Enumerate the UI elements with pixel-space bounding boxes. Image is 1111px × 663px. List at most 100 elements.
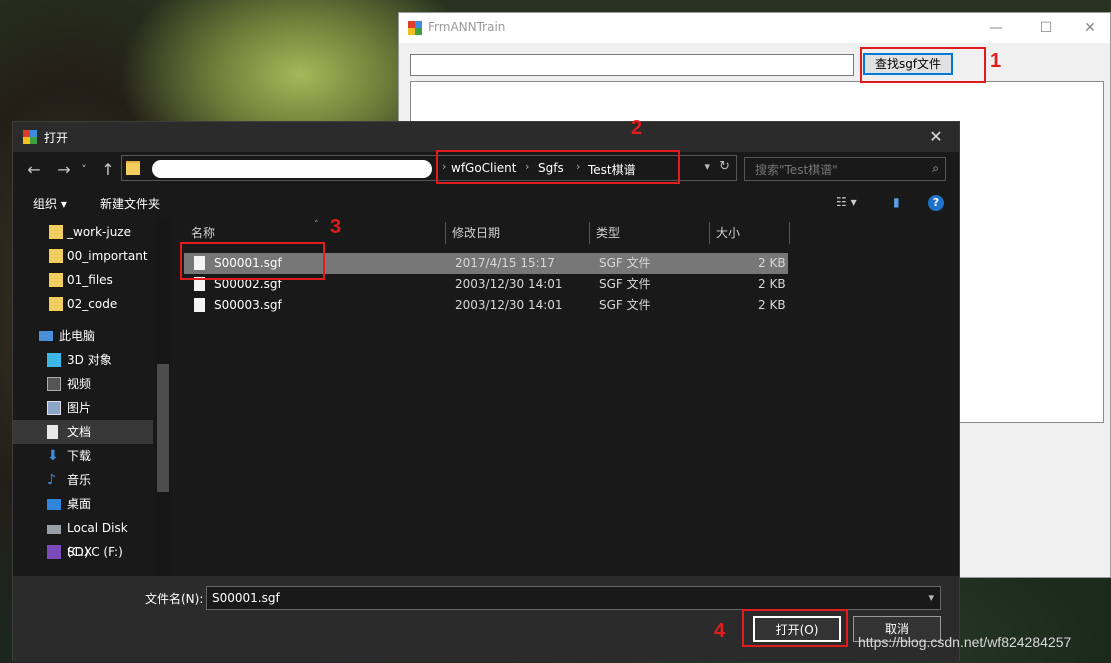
minimize-button[interactable]: — [973,13,1019,43]
watermark: https://blog.csdn.net/wf824284257 [858,634,1072,650]
annotation-number-1: 1 [990,50,1002,72]
file-row[interactable]: S00003.sgf 2003/12/30 14:01 SGF 文件 2 KB [184,295,788,316]
up-arrow-icon[interactable]: ↑ [97,158,119,182]
folder-icon [126,161,140,175]
file-type: SGF 文件 [599,277,651,291]
sidebar-item-label: 图片 [67,401,92,415]
search-box[interactable]: ⌕ [744,157,946,181]
recent-locations-chevron-icon[interactable]: ˅ [77,158,91,182]
column-divider[interactable] [709,222,710,244]
annotation-number-3: 3 [330,216,342,238]
view-options-icon[interactable]: ☷ ▾ [836,195,857,209]
sidebar-item-desktop[interactable]: 桌面 [13,492,153,516]
annotation-box-3 [180,242,325,280]
app-icon [408,21,422,35]
column-divider[interactable] [589,222,590,244]
annotation-box-4 [742,609,848,647]
picture-icon [47,401,61,415]
search-icon[interactable]: ⌕ [932,161,939,176]
file-type: SGF 文件 [599,256,651,270]
file-date: 2003/12/30 14:01 [455,298,563,312]
sidebar-item-3d-objects[interactable]: 3D 对象 [13,348,153,372]
sd-card-icon [47,545,61,559]
preview-pane-icon[interactable]: ▮ [893,195,900,209]
sidebar-item-01-files[interactable]: 01_files [13,268,153,292]
dialog-close-button[interactable]: ✕ [913,122,959,152]
sidebar-item-label: 此电脑 [59,329,96,343]
redacted-path [152,160,432,178]
sgf-file-icon [194,298,205,312]
sidebar-item-label: 01_files [67,273,113,287]
sidebar-item-pictures[interactable]: 图片 [13,396,153,420]
sidebar-item-videos[interactable]: 视频 [13,372,153,396]
filename-input[interactable]: S00001.sgf ▾ [206,586,941,610]
sidebar-item-work-juze[interactable]: _work-juze [13,220,153,244]
address-dropdown-chevron-icon[interactable]: ▾ [704,160,710,173]
help-icon[interactable]: ? [928,195,944,211]
form-title: FrmANNTrain [428,20,506,34]
filename-value: S00001.sgf [212,591,280,605]
folder-icon [49,249,63,263]
refresh-icon[interactable]: ↻ [719,159,730,174]
sidebar-item-label: 桌面 [67,497,92,511]
dialog-titlebar: 打开 ✕ [13,122,959,152]
file-date: 2017/4/15 15:17 [455,256,555,270]
sidebar-item-label: 文档 [67,425,92,439]
new-folder-button[interactable]: 新建文件夹 [100,195,160,212]
close-button[interactable]: ✕ [1067,13,1111,43]
music-icon: ♪ [47,472,56,488]
back-arrow-icon[interactable]: ← [23,158,45,182]
sidebar-item-music[interactable]: ♪ 音乐 [13,468,153,492]
cube-icon [47,353,61,367]
filename-label: 文件名(N): [145,592,204,606]
sort-ascending-icon: ˄ [314,220,319,230]
sidebar-item-local-disk-c[interactable]: Local Disk (C:) [13,516,153,559]
column-divider[interactable] [445,222,446,244]
drive-icon [47,525,61,534]
file-type: SGF 文件 [599,298,651,312]
file-size: 2 KB [758,277,786,291]
sidebar-item-label: SDXC (F:) [67,545,123,559]
navigation-scrollbar[interactable] [155,218,171,576]
sidebar-item-label: 视频 [67,377,92,391]
dialog-title: 打开 [44,131,69,145]
forward-arrow-icon[interactable]: → [53,158,75,182]
download-icon: ⬇ [47,448,59,464]
video-icon [47,377,61,391]
file-size: 2 KB [758,256,786,270]
scrollbar-thumb[interactable] [157,364,169,492]
document-icon [47,425,58,439]
sidebar-item-documents[interactable]: 文档 [13,420,153,444]
file-name: S00003.sgf [214,298,282,312]
column-header-type[interactable]: 类型 [596,218,620,248]
file-date: 2003/12/30 14:01 [455,277,563,291]
search-input[interactable] [753,161,927,179]
sidebar-item-sdxc-f[interactable]: SDXC (F:) [13,540,153,564]
computer-icon [39,331,53,341]
sidebar-item-label: 音乐 [67,473,92,487]
file-size: 2 KB [758,298,786,312]
column-header-date[interactable]: 修改日期 [452,218,500,248]
dialog-toolbar: 组织 ▾ 新建文件夹 ☷ ▾ ▮ [13,188,959,218]
organize-menu[interactable]: 组织 ▾ [33,195,67,212]
sidebar-item-downloads[interactable]: ⬇ 下载 [13,444,153,468]
folder-icon [49,273,63,287]
filename-dropdown-chevron-icon[interactable]: ▾ [928,587,934,609]
dialog-app-icon [23,130,37,144]
folder-icon [49,225,63,239]
annotation-box-2 [436,150,680,184]
annotation-number-2: 2 [631,117,643,139]
sidebar-item-label: 02_code [67,297,118,311]
sidebar-item-label: 3D 对象 [67,353,112,367]
navigation-pane: _work-juze 00_important 01_files 02_code… [13,218,173,576]
column-divider[interactable] [789,222,790,244]
sgf-path-input[interactable] [410,54,854,76]
desktop-icon [47,499,61,510]
sidebar-item-this-pc[interactable]: 此电脑 [13,324,153,348]
annotation-number-4: 4 [714,620,726,642]
column-header-size[interactable]: 大小 [716,218,740,248]
sidebar-item-02-code[interactable]: 02_code [13,292,153,316]
sidebar-item-label: _work-juze [67,225,131,239]
maximize-button[interactable]: ☐ [1023,13,1069,43]
sidebar-item-00-important[interactable]: 00_important [13,244,153,268]
